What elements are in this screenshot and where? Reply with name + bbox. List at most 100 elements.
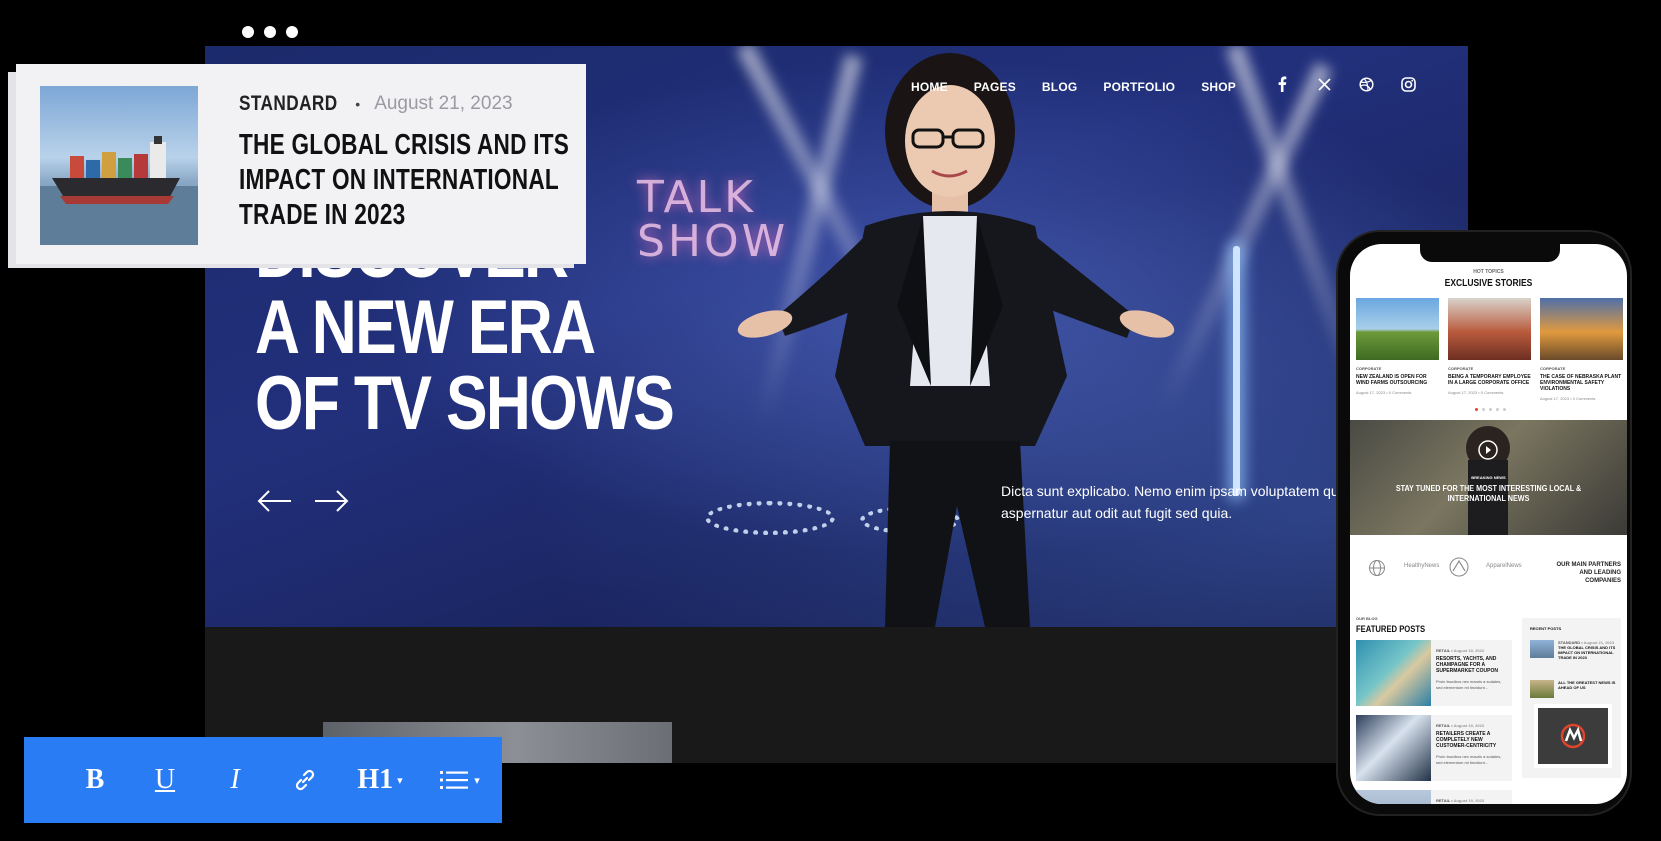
nav-shop[interactable]: SHOP [1201,80,1236,94]
story-meta: August 17, 2023 • 0 Comments [1448,390,1504,395]
featured-post[interactable]: RETAIL • August 19, 2023 RESORTS, YACHTS… [1356,640,1512,706]
article-date: August 21, 2023 [374,93,513,114]
arrow-left-icon[interactable] [255,486,295,516]
story-card[interactable]: CORPORATE BEING A TEMPORARY EMPLOYEE IN … [1448,298,1531,401]
recent-post[interactable]: ALL THE GREATEST NEWS IS AHEAD OF US [1530,680,1618,698]
recent-post-image[interactable] [1530,640,1554,658]
partners-strip: HealthyNews ApparelNews OUR MAIN PARTNER… [1350,539,1627,605]
main-nav: HOME PAGES BLOG PORTFOLIO SHOP [911,80,1236,94]
nav-portfolio[interactable]: PORTFOLIO [1103,80,1175,94]
story-image[interactable] [1540,298,1623,360]
dribbble-icon[interactable] [1356,74,1376,94]
hero-heading-line: A NEW ERA [255,285,596,370]
recent-post-headline[interactable]: ALL THE GREATEST NEWS IS AHEAD OF US [1558,680,1618,698]
nav-pages[interactable]: PAGES [974,80,1016,94]
arrow-right-icon[interactable] [311,486,351,516]
story-category[interactable]: CORPORATE [1540,366,1623,371]
recent-posts-sidebar: RECENT POSTS STANDARD • August 21, 2023 … [1522,618,1621,778]
blog-title: FEATURED POSTS [1356,624,1426,634]
bold-button[interactable]: B [60,760,130,800]
post-category[interactable]: RETAIL [1436,648,1450,653]
heading-dropdown[interactable]: H1 ▾ [340,760,420,800]
italic-button[interactable]: I [200,760,270,800]
brand-logo-icon [1560,723,1586,749]
story-meta: August 17, 2023 • 0 Comments [1540,396,1596,401]
carousel-dots[interactable] [1475,408,1506,411]
italic-icon: I [230,764,240,795]
list-dropdown[interactable]: ▾ [420,760,500,800]
post-excerpt: Proin faucibus nec mauris a sodales, sed… [1436,754,1502,765]
story-image[interactable] [1448,298,1531,360]
post-date: August 19, 2023 [1453,723,1485,728]
x-twitter-icon[interactable] [1314,74,1334,94]
story-headline[interactable]: NEW ZEALAND IS OPEN FOR WIND FARMS OUTSO… [1356,374,1439,386]
article-meta: STANDARD • August 21, 2023 [239,92,513,116]
heading-icon: H1 [357,764,394,795]
social-links [1272,74,1418,94]
chevron-down-icon: ▾ [397,773,403,787]
chevron-down-icon: ▾ [474,773,480,787]
window-dot[interactable] [286,26,298,38]
bold-icon: B [85,764,105,795]
play-widget[interactable] [1534,704,1612,768]
link-button[interactable] [270,760,340,800]
phone-notch [1420,244,1560,262]
story-card[interactable]: CORPORATE NEW ZEALAND IS OPEN FOR WIND F… [1356,298,1439,401]
article-card[interactable]: STANDARD • August 21, 2023 THE GLOBAL CR… [16,64,586,264]
facebook-icon[interactable] [1272,74,1292,94]
post-category[interactable]: RETAIL [1436,798,1450,803]
phone-mockup: HOT TOPICS EXCLUSIVE STORIES CORPORATE N… [1338,232,1630,814]
underline-button[interactable]: U [130,760,200,800]
link-icon [295,769,315,791]
story-card[interactable]: CORPORATE THE CASE OF NEBRASKA PLANT ENV… [1540,298,1623,401]
story-category[interactable]: CORPORATE [1448,366,1531,371]
list-icon [440,771,469,789]
recent-post-headline[interactable]: THE GLOBAL CRISIS AND ITS IMPACT ON INTE… [1558,645,1618,660]
post-image[interactable] [1356,715,1431,781]
story-meta: August 17, 2023 • 0 Comments [1356,390,1412,395]
story-headline[interactable]: THE CASE OF NEBRASKA PLANT ENVIRONMENTAL… [1540,374,1623,392]
cargo-ship-image [40,136,198,245]
crest-logo-icon[interactable] [1448,557,1470,577]
article-category[interactable]: STANDARD [239,92,338,116]
post-category[interactable]: RETAIL [1436,723,1450,728]
featured-post[interactable]: RETAIL • August 19, 2023 RETAILERS CREAT… [1356,715,1512,781]
globe-logo-icon[interactable] [1368,559,1386,577]
featured-post[interactable]: RETAIL • August 19, 2023 [1356,790,1512,804]
post-headline[interactable]: RESORTS, YACHTS, AND CHAMPAGNE FOR A SUP… [1436,656,1508,674]
nav-blog[interactable]: BLOG [1042,80,1077,94]
story-headline[interactable]: BEING A TEMPORARY EMPLOYEE IN A LARGE CO… [1448,374,1531,386]
blog-kicker: OUR BLOG [1356,616,1378,621]
banner-title[interactable]: STAY TUNED FOR THE MOST INTERESTING LOCA… [1391,484,1586,504]
window-controls [242,26,298,38]
post-image[interactable] [1356,640,1431,706]
article-thumbnail[interactable] [40,86,198,245]
neon-light [1233,246,1240,496]
article-title[interactable]: THE GLOBAL CRISIS AND ITS IMPACT ON INTE… [239,128,582,233]
nav-home[interactable]: HOME [911,80,948,94]
post-headline[interactable]: RETAILERS CREATE A COMPLETELY NEW CUSTOM… [1436,731,1508,749]
partner-logo[interactable]: ApparelNews [1486,563,1522,569]
phone-screen: HOT TOPICS EXCLUSIVE STORIES CORPORATE N… [1350,244,1627,804]
post-image[interactable] [1356,790,1431,804]
section-title: EXCLUSIVE STORIES [1444,278,1533,289]
post-date: August 19, 2023 [1453,648,1485,653]
story-image[interactable] [1356,298,1439,360]
banner-kicker: BREAKING NEWS [1471,475,1506,480]
news-banner[interactable]: BREAKING NEWS STAY TUNED FOR THE MOST IN… [1350,420,1627,535]
underline-icon: U [154,764,176,795]
presenter-image [737,53,1175,627]
recent-post-image[interactable] [1530,680,1554,698]
story-carousel: CORPORATE NEW ZEALAND IS OPEN FOR WIND F… [1356,298,1623,401]
story-category[interactable]: CORPORATE [1356,366,1439,371]
recent-posts-title: RECENT POSTS [1530,626,1562,631]
instagram-icon[interactable] [1398,74,1418,94]
window-dot[interactable] [242,26,254,38]
hero-heading-line: OF TV SHOWS [255,361,675,446]
partner-logo[interactable]: HealthyNews [1404,563,1439,569]
post-date: August 19, 2023 [1453,798,1485,803]
window-dot[interactable] [264,26,276,38]
text-format-toolbar: B U I H1 ▾ ▾ [24,737,502,823]
section-kicker: HOT TOPICS [1473,269,1504,275]
recent-post[interactable]: STANDARD • August 21, 2023 THE GLOBAL CR… [1530,640,1618,660]
